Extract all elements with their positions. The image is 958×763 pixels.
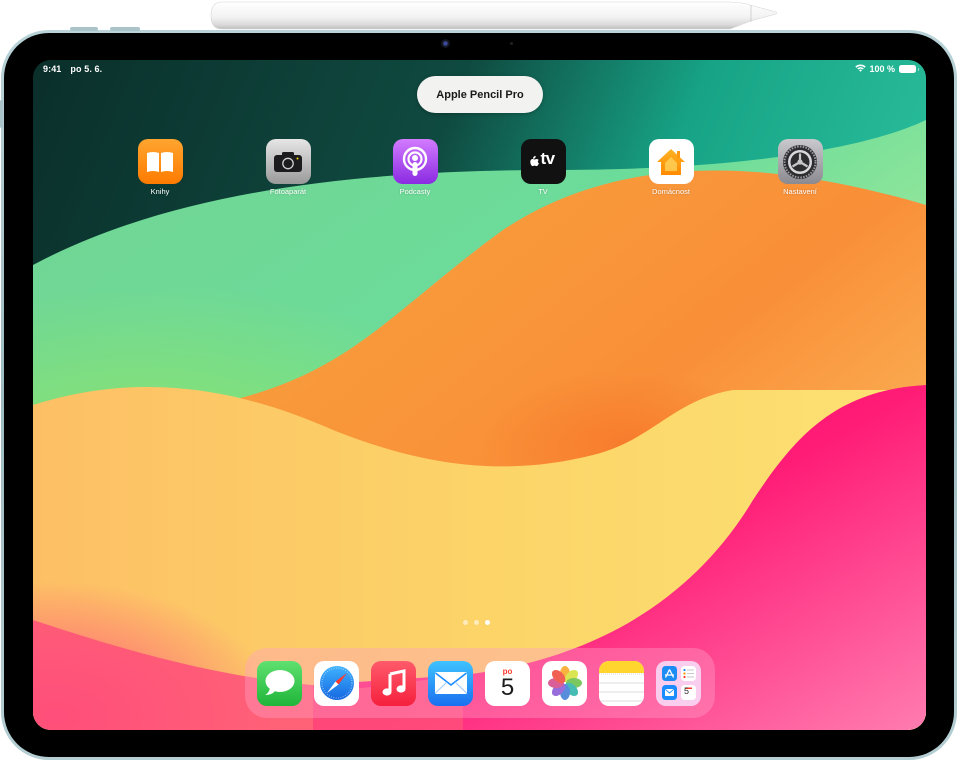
home-icon — [648, 139, 694, 184]
app-camera[interactable]: Fotoaparát — [253, 139, 323, 196]
app-home[interactable]: Domácnost — [636, 139, 706, 196]
app-label: Domácnost — [652, 187, 690, 196]
books-icon — [137, 139, 183, 184]
volume-down-button — [110, 27, 140, 31]
battery-percent: 100 % — [869, 64, 895, 74]
calendar-day: 5 — [500, 673, 515, 701]
page-dot[interactable] — [474, 620, 479, 625]
apple-pencil — [210, 1, 777, 31]
app-settings[interactable]: Nastavení — [765, 139, 835, 196]
page-dot[interactable] — [463, 620, 468, 625]
mini-calendar-day: 5 — [684, 685, 690, 696]
dock-app-mail[interactable] — [428, 660, 473, 706]
app-books[interactable]: Knihy — [125, 139, 195, 196]
photos-flower-icon — [547, 666, 582, 700]
battery-full-icon — [899, 65, 919, 73]
page-indicator[interactable] — [463, 620, 490, 625]
app-tv[interactable]: tv TV — [508, 139, 578, 196]
dock-app-safari[interactable] — [314, 660, 359, 706]
settings-gear-icon — [777, 139, 823, 184]
wifi-icon — [855, 64, 867, 74]
front-camera — [441, 39, 450, 48]
pencil-connected-notification: Apple Pencil Pro — [417, 76, 543, 113]
camera-icon — [265, 139, 311, 184]
volume-up-button — [70, 27, 98, 31]
page-dot-active[interactable] — [485, 620, 490, 625]
music-note-icon — [382, 669, 405, 696]
notes-icon — [599, 660, 644, 701]
tv-glyph-text: tv — [540, 149, 556, 168]
status-bar-left: 9:41 po 5. 6. — [43, 64, 102, 74]
app-label: Knihy — [150, 187, 170, 196]
app-podcasts[interactable]: Podcasty — [380, 139, 450, 196]
app-label: TV — [538, 187, 548, 196]
dock-app-notes[interactable] — [599, 660, 644, 706]
app-label: Fotoaparát — [269, 187, 307, 196]
dock-app-music[interactable] — [371, 660, 416, 706]
status-bar-right: 100 % — [855, 64, 919, 74]
home-screen: 9:41 po 5. 6. 100 % Apple Pencil Pro Kni… — [33, 60, 926, 730]
podcasts-icon — [392, 139, 438, 184]
app-library-folder-icon — [661, 666, 696, 700]
app-label: Podcasty — [399, 187, 431, 196]
status-date: po 5. 6. — [70, 64, 103, 74]
apple-tv-icon: tv — [520, 139, 566, 184]
side-button — [0, 100, 3, 128]
app-label: Nastavení — [783, 187, 817, 196]
status-time: 9:41 — [43, 64, 62, 74]
dock-app-messages[interactable] — [257, 660, 302, 706]
dock-app-photos[interactable] — [542, 660, 587, 706]
dock-app-library-folder[interactable]: 5 — [656, 660, 701, 706]
dock: po 5 5 — [245, 648, 715, 718]
dock-app-calendar[interactable]: po 5 — [485, 660, 530, 706]
ambient-sensor — [510, 42, 513, 45]
mail-envelope-icon — [434, 672, 467, 694]
safari-compass-icon — [319, 666, 354, 700]
messages-icon — [264, 670, 294, 695]
